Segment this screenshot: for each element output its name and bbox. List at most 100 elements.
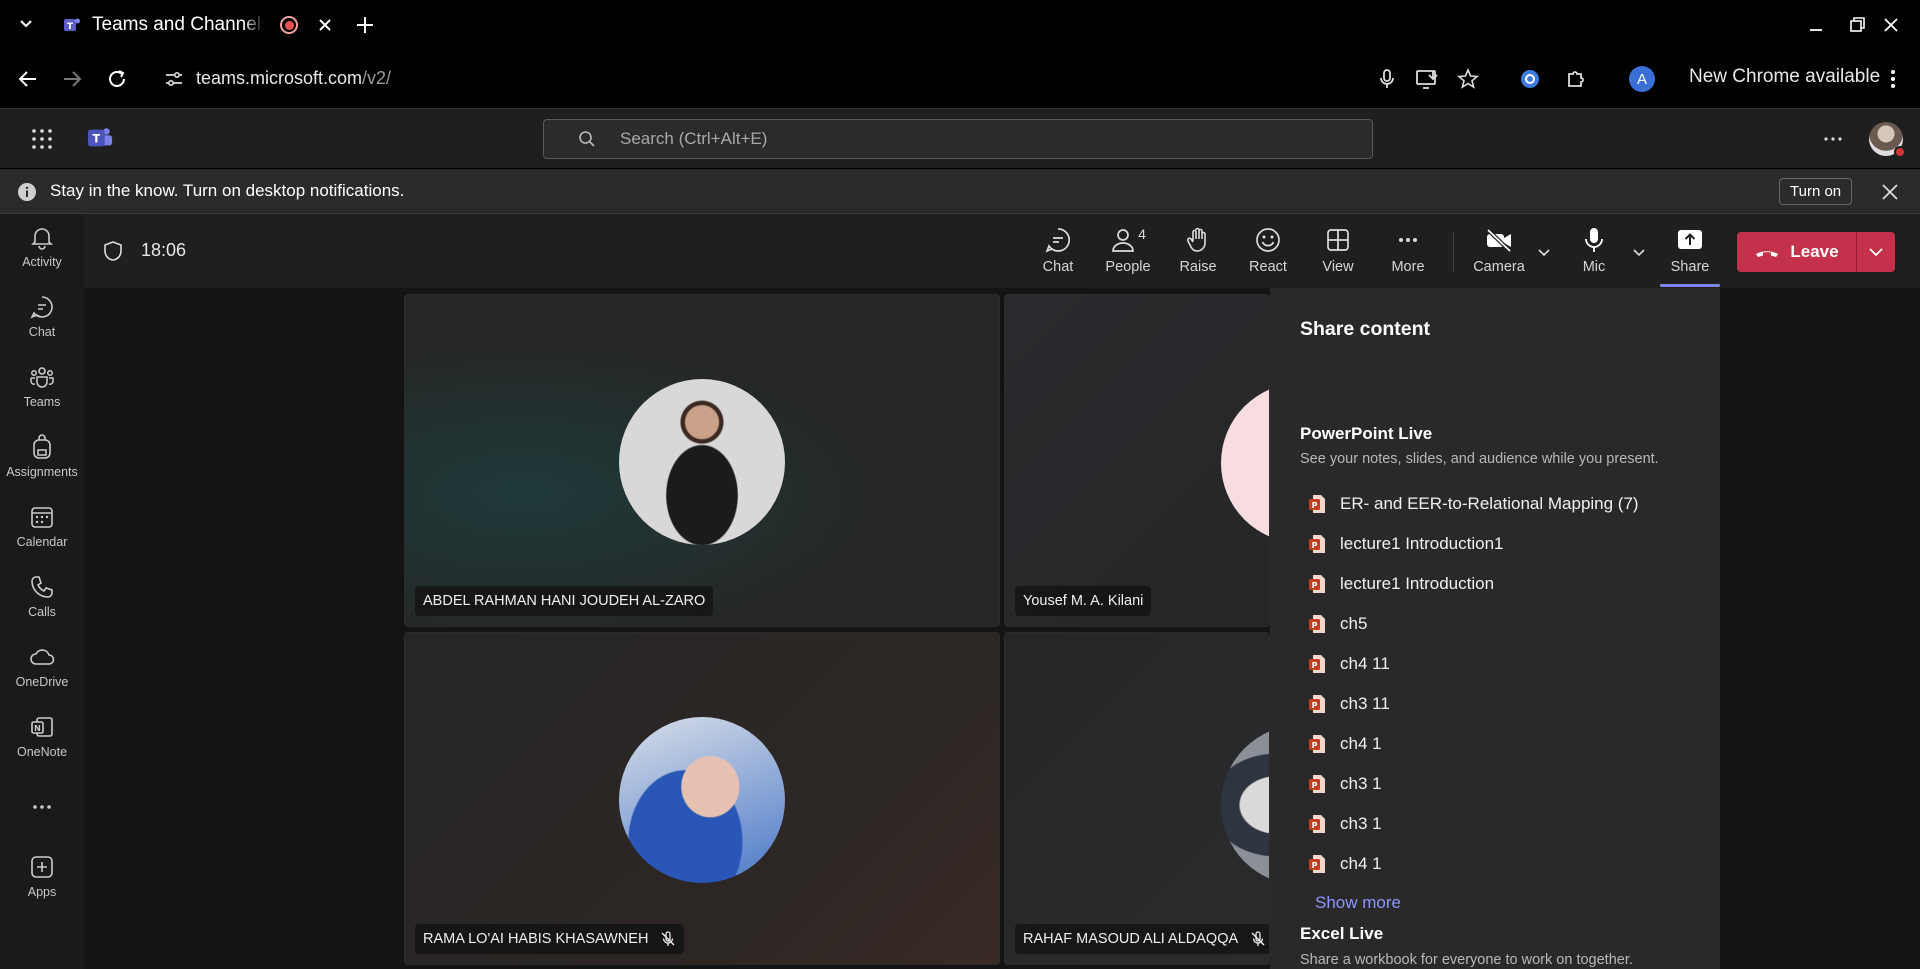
minimize-icon[interactable] <box>1805 14 1827 36</box>
chat-button[interactable]: Chat <box>1028 226 1088 282</box>
rail-item-calls[interactable]: Calls <box>0 574 84 636</box>
share-button[interactable]: Share <box>1660 226 1720 282</box>
file-item[interactable]: Pch5 <box>1308 607 1367 641</box>
site-settings-icon[interactable] <box>161 66 187 92</box>
people-label: People <box>1105 259 1151 275</box>
powerpoint-file-icon: P <box>1308 854 1326 874</box>
app-rail: Activity Chat Teams Assignments Calendar… <box>0 214 84 969</box>
file-item[interactable]: Plecture1 Introduction1 <box>1308 527 1504 561</box>
mic-button[interactable]: Mic <box>1564 226 1624 282</box>
participant-tile[interactable]: RAMA LO'AI HABIS KHASAWNEH <box>404 632 1000 965</box>
file-name: ch4 1 <box>1340 734 1382 753</box>
camera-button[interactable]: Camera <box>1469 226 1529 282</box>
teams-header: T Search (Ctrl+Alt+E) <box>0 108 1920 168</box>
people-button[interactable]: 4 People <box>1098 226 1158 282</box>
presence-busy-icon <box>1894 146 1906 158</box>
participant-tile[interactable]: ABDEL RAHMAN HANI JOUDEH AL-ZARO <box>404 294 1000 627</box>
powerpoint-file-icon: P <box>1308 694 1326 714</box>
mic-options-chevron-icon[interactable] <box>1631 244 1647 260</box>
file-item[interactable]: Pch3 1 <box>1308 767 1382 801</box>
file-item[interactable]: Pch3 1 <box>1308 807 1382 841</box>
dismiss-close-icon[interactable] <box>1880 182 1900 202</box>
cloud-icon <box>29 644 55 670</box>
camera-options-chevron-icon[interactable] <box>1536 244 1552 260</box>
powerpoint-file-icon: P <box>1308 614 1326 634</box>
react-label: React <box>1249 259 1287 275</box>
new-chrome-available[interactable]: New Chrome available <box>1689 66 1880 88</box>
svg-text:P: P <box>1312 621 1318 630</box>
bookmark-star-icon[interactable] <box>1455 66 1481 92</box>
file-item[interactable]: Pch3 11 <box>1308 687 1390 721</box>
settings-more-icon[interactable] <box>1820 126 1846 152</box>
view-button[interactable]: View <box>1308 226 1368 282</box>
chrome-menu-icon[interactable] <box>1880 66 1906 92</box>
leave-main[interactable]: Leave <box>1737 242 1856 262</box>
people-icon-group: 4 <box>1110 226 1146 254</box>
excel-live-heading: Excel Live <box>1300 924 1384 943</box>
teams-logo-icon[interactable]: T <box>87 125 113 151</box>
rail-item-calendar[interactable]: Calendar <box>0 504 84 566</box>
tab-search-chevron-icon[interactable] <box>14 12 38 36</box>
powerpoint-live-description: See your notes, slides, and audience whi… <box>1300 451 1659 467</box>
rail-item-chat[interactable]: Chat <box>0 294 84 356</box>
user-avatar[interactable] <box>1869 122 1906 158</box>
mic-muted-icon <box>1250 931 1266 947</box>
file-name: lecture1 Introduction <box>1340 574 1495 593</box>
info-icon <box>17 182 37 202</box>
file-name: lecture1 Introduction1 <box>1340 534 1504 553</box>
browser-tab[interactable]: T Teams and Channels <box>50 6 340 44</box>
more-button[interactable]: More <box>1378 226 1438 282</box>
camera-label: Camera <box>1473 259 1525 275</box>
extension-icon[interactable] <box>1517 66 1543 92</box>
more-apps-ellipsis-icon[interactable] <box>0 794 84 824</box>
new-tab-plus-icon[interactable] <box>353 13 377 37</box>
participant-tile[interactable]: RAHAF MASOUD ALI ALDAQQA <box>1004 632 1270 965</box>
forward-arrow-icon[interactable] <box>59 66 85 92</box>
extensions-puzzle-icon[interactable] <box>1563 66 1589 92</box>
leave-button[interactable]: Leave <box>1737 232 1895 272</box>
file-item[interactable]: Pch4 11 <box>1308 647 1390 681</box>
reload-icon[interactable] <box>104 66 130 92</box>
file-item[interactable]: Plecture1 Introduction <box>1308 567 1494 601</box>
share-tray-icon <box>1676 226 1704 254</box>
install-app-icon[interactable] <box>1414 66 1440 92</box>
shield-icon[interactable] <box>102 240 124 262</box>
svg-text:T: T <box>67 22 74 32</box>
search-input[interactable]: Search (Ctrl+Alt+E) <box>543 119 1373 159</box>
svg-text:T: T <box>92 133 100 146</box>
url-path: /v2/ <box>362 68 392 88</box>
file-name: ch4 1 <box>1340 854 1382 873</box>
teams-favicon-icon: T <box>62 15 82 35</box>
phone-icon <box>29 574 55 600</box>
rail-item-assignments[interactable]: Assignments <box>0 434 84 496</box>
raise-hand-button[interactable]: Raise <box>1168 226 1228 282</box>
restore-icon[interactable] <box>1846 14 1868 36</box>
microphone-icon[interactable] <box>1374 66 1400 92</box>
microphone-on-icon <box>1580 226 1608 254</box>
rail-item-teams[interactable]: Teams <box>0 364 84 426</box>
close-tab-icon[interactable] <box>316 16 334 34</box>
file-name: ch3 1 <box>1340 774 1382 793</box>
profile-avatar[interactable]: A <box>1629 66 1655 92</box>
react-button[interactable]: React <box>1238 226 1298 282</box>
app-launcher-waffle-icon[interactable] <box>29 126 55 152</box>
file-item[interactable]: Pch4 1 <box>1308 847 1382 881</box>
rail-item-apps[interactable]: Apps <box>0 854 84 916</box>
rail-item-onedrive[interactable]: OneDrive <box>0 644 84 706</box>
back-arrow-icon[interactable] <box>15 66 41 92</box>
rail-item-activity[interactable]: Activity <box>0 224 84 286</box>
svg-text:N: N <box>34 724 41 733</box>
participant-photo <box>1221 383 1269 543</box>
file-item[interactable]: Pch4 1 <box>1308 727 1382 761</box>
rail-label: Assignments <box>6 465 78 479</box>
file-item[interactable]: P ER- and EER-to-Relational Mapping (7) <box>1308 487 1639 521</box>
participant-tile[interactable]: Yousef M. A. Kilani <box>1004 294 1270 627</box>
show-more-link[interactable]: Show more <box>1315 893 1401 913</box>
address-bar[interactable]: teams.microsoft.com/v2/ <box>196 68 391 89</box>
camera-off-icon <box>1484 226 1514 254</box>
rail-item-onenote[interactable]: N OneNote <box>0 714 84 776</box>
leave-options-chevron-icon[interactable] <box>1857 243 1895 261</box>
turn-on-button[interactable]: Turn on <box>1779 178 1853 205</box>
close-window-icon[interactable] <box>1880 14 1902 36</box>
bell-icon <box>29 224 55 250</box>
